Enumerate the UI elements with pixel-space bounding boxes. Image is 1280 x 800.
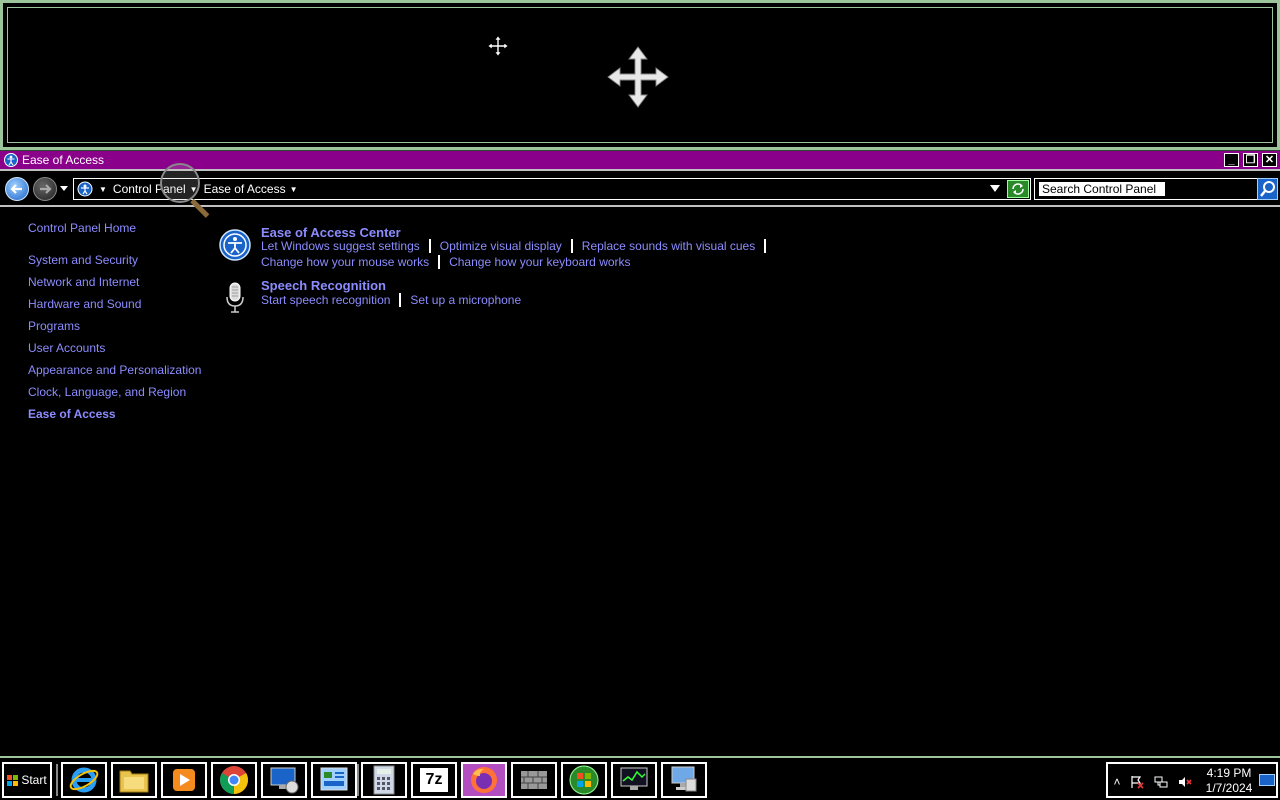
search-icon — [1260, 181, 1275, 197]
taskbar-firefox[interactable] — [461, 762, 507, 798]
task-manager-icon — [620, 767, 648, 790]
sidebar-item-appearance[interactable]: Appearance and Personalization — [28, 363, 201, 377]
calculator-icon — [373, 765, 395, 795]
change-mouse-link[interactable]: Change how your mouse works — [261, 255, 429, 269]
let-windows-suggest-settings-link[interactable]: Let Windows suggest settings — [261, 239, 420, 253]
ease-of-access-center-link[interactable]: Ease of Access Center — [261, 225, 401, 240]
clock-time: 4:19 PM — [1206, 766, 1252, 780]
start-speech-recognition-link[interactable]: Start speech recognition — [261, 293, 390, 307]
set-up-microphone-link[interactable]: Set up a microphone — [410, 293, 521, 307]
chrome-icon — [220, 766, 248, 794]
show-desktop-button[interactable] — [1259, 774, 1275, 786]
taskbar-windows-update[interactable] — [561, 762, 607, 798]
taskbar-chrome[interactable] — [211, 762, 257, 798]
task-separator — [764, 239, 767, 253]
search-button[interactable] — [1257, 178, 1278, 200]
ease-of-access-icon[interactable] — [219, 229, 251, 261]
taskbar-separator — [56, 764, 58, 796]
change-keyboard-link[interactable]: Change how your keyboard works — [449, 255, 630, 269]
taskbar: Start 7z ˄ 4:19 PM 1/7/2024 — [0, 756, 1280, 800]
start-label: Start — [21, 773, 47, 787]
remote-desktop-icon — [270, 767, 299, 794]
firefox-icon — [471, 767, 497, 793]
taskbar-control-panel[interactable] — [311, 762, 357, 798]
breadcrumb-chevron-icon[interactable]: ▼ — [290, 185, 298, 194]
show-hidden-icons-icon[interactable]: ˄ — [1110, 775, 1124, 789]
magnifier-view — [0, 0, 1280, 151]
taskbar-media-player[interactable] — [161, 762, 207, 798]
task-separator — [570, 239, 573, 253]
sidebar-item-programs[interactable]: Programs — [28, 319, 80, 333]
sidebar-item-hardware-sound[interactable]: Hardware and Sound — [28, 297, 141, 311]
back-arrow-icon — [10, 184, 22, 194]
replace-sounds-link[interactable]: Replace sounds with visual cues — [582, 239, 755, 253]
system-clock[interactable]: 4:19 PM 1/7/2024 — [1198, 766, 1260, 796]
taskbar-7zip[interactable]: 7z — [411, 762, 457, 798]
taskbar-file-explorer[interactable] — [111, 762, 157, 798]
file-explorer-icon — [119, 770, 149, 793]
restore-button[interactable]: ❐ — [1243, 153, 1258, 167]
sidebar-item-clock-language[interactable]: Clock, Language, and Region — [28, 385, 186, 399]
windows-logo-icon — [7, 774, 19, 786]
optimize-visual-display-link[interactable]: Optimize visual display — [440, 239, 562, 253]
window-controls: _ ❐ ✕ — [1224, 153, 1277, 167]
task-separator — [438, 255, 441, 269]
move-cursor-magnified-icon — [607, 46, 669, 108]
magnifier-lens-icon — [160, 163, 200, 203]
7zip-icon: 7z — [420, 768, 448, 792]
speech-recognition-link[interactable]: Speech Recognition — [261, 278, 386, 293]
sidebar-item-ease-of-access[interactable]: Ease of Access — [28, 407, 116, 421]
move-cursor-icon — [487, 35, 509, 57]
taskbar-internet-explorer[interactable] — [61, 762, 107, 798]
firewall-icon — [521, 771, 547, 789]
breadcrumb-ease-of-access[interactable]: Ease of Access — [204, 182, 286, 196]
back-button[interactable] — [5, 177, 29, 201]
action-center-flag-icon[interactable] — [1130, 775, 1144, 789]
taskbar-calculator[interactable] — [361, 762, 407, 798]
network-icon[interactable] — [1154, 775, 1168, 789]
sidebar-item-network-internet[interactable]: Network and Internet — [28, 275, 139, 289]
ease-of-access-window-icon — [4, 153, 18, 167]
breadcrumb-root-chevron-icon[interactable]: ▼ — [99, 185, 107, 194]
task-separator — [399, 293, 402, 307]
recent-pages-dropdown[interactable] — [60, 186, 68, 191]
sidebar-item-user-accounts[interactable]: User Accounts — [28, 341, 105, 355]
address-history-dropdown[interactable] — [990, 185, 1000, 192]
control-panel-icon — [320, 767, 348, 791]
window-title: Ease of Access — [22, 153, 105, 167]
address-bar[interactable]: ▼ Control Panel ▼ Ease of Access ▼ — [73, 178, 1031, 200]
taskbar-remote-desktop[interactable] — [261, 762, 307, 798]
sidebar-control-panel-home[interactable]: Control Panel Home — [28, 221, 136, 235]
refresh-button[interactable] — [1007, 180, 1029, 198]
sidebar-item-system-security[interactable]: System and Security — [28, 253, 138, 267]
internet-explorer-icon — [69, 767, 99, 793]
taskbar-separator — [357, 764, 359, 796]
taskbar-task-manager[interactable] — [611, 762, 657, 798]
ease-of-access-tasks-row1: Let Windows suggest settings Optimize vi… — [261, 239, 775, 253]
minimize-button[interactable]: _ — [1224, 153, 1239, 167]
speech-recognition-tasks-row: Start speech recognition Set up a microp… — [261, 293, 521, 307]
windows-update-icon — [569, 765, 599, 795]
forward-button[interactable] — [33, 177, 57, 201]
clock-date: 1/7/2024 — [1205, 781, 1253, 795]
taskbar-firewall[interactable] — [511, 762, 557, 798]
network-computer-icon — [671, 766, 697, 792]
refresh-icon — [1012, 183, 1024, 195]
ease-of-access-tasks-row2: Change how your mouse works Change how y… — [261, 255, 631, 269]
control-panel-address-icon — [77, 181, 93, 197]
forward-arrow-icon — [40, 184, 52, 194]
start-button[interactable]: Start — [2, 762, 52, 798]
task-separator — [428, 239, 431, 253]
search-box[interactable] — [1034, 178, 1258, 200]
volume-muted-icon[interactable] — [1178, 775, 1192, 789]
microphone-icon[interactable] — [223, 281, 247, 315]
search-input[interactable] — [1039, 182, 1165, 196]
close-button[interactable]: ✕ — [1262, 153, 1277, 167]
taskbar-network-computer[interactable] — [661, 762, 707, 798]
media-player-icon — [173, 769, 195, 791]
